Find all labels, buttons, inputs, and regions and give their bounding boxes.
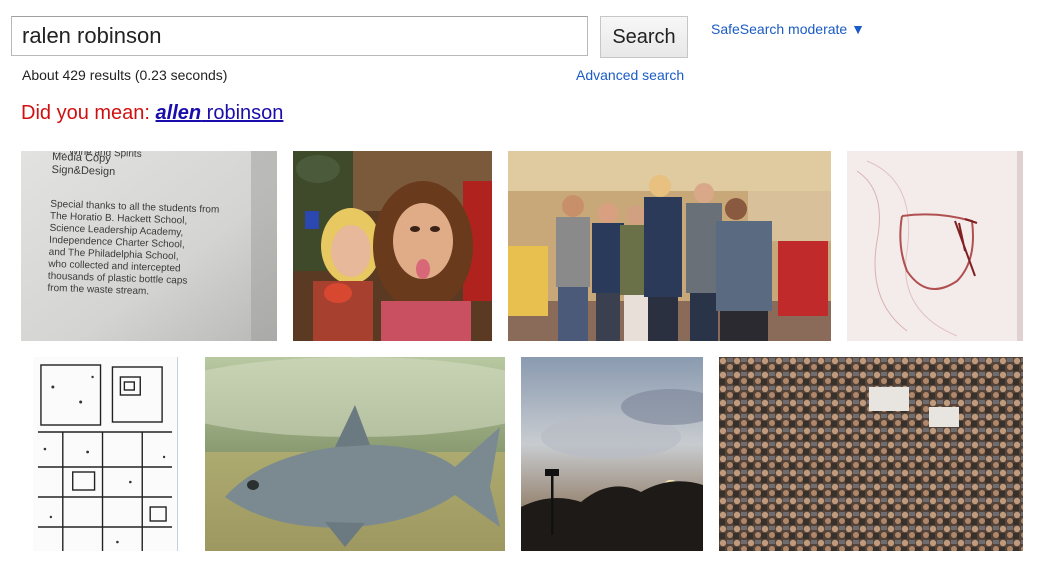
search-box: Search: [11, 16, 688, 58]
doc-line-2: Sign&Design: [51, 164, 115, 178]
suggestion-rest: robinson: [201, 102, 284, 124]
search-input[interactable]: [11, 16, 588, 56]
doc-line-1: Media Copy: [52, 151, 112, 165]
result-stats: About 429 results (0.23 seconds): [22, 67, 228, 83]
image-result-sunset[interactable]: [521, 357, 703, 551]
image-result-map-drawing[interactable]: [33, 357, 178, 551]
image-result-party-girls[interactable]: [293, 151, 492, 341]
image-result-crowd[interactable]: [719, 357, 1023, 551]
did-you-mean: Did you mean: allen robinson: [21, 102, 283, 125]
image-result-red-sketch[interactable]: [847, 151, 1023, 341]
did-you-mean-prefix: Did you mean:: [21, 102, 150, 124]
search-button[interactable]: Search: [600, 16, 688, 58]
safesearch-dropdown[interactable]: SafeSearch moderate ▼: [711, 21, 865, 37]
spelling-suggestion-link[interactable]: allen robinson: [156, 102, 284, 124]
image-result-document[interactable]: ..... Wine and Spirits Media Copy Sign&D…: [21, 151, 277, 341]
image-result-group-photo[interactable]: [508, 151, 831, 341]
suggestion-bold: allen: [155, 102, 202, 124]
image-result-fish[interactable]: [205, 357, 505, 551]
advanced-search-link[interactable]: Advanced search: [576, 67, 684, 83]
